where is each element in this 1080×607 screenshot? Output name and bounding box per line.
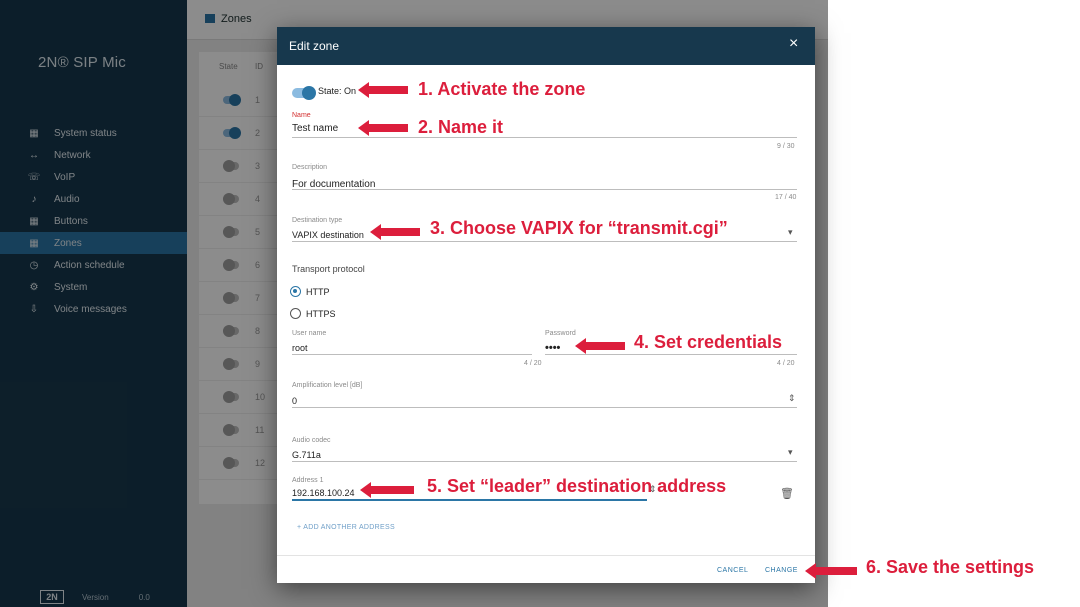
username-counter: 4 / 20	[524, 360, 542, 367]
audio-codec-select[interactable]: G.711a	[292, 450, 321, 460]
stepper-icon[interactable]: ⇕	[788, 393, 796, 404]
description-underline	[292, 189, 797, 190]
destination-type-label: Destination type	[292, 217, 343, 224]
audio-codec-underline	[292, 461, 797, 462]
destination-type-select[interactable]: VAPIX destination	[292, 230, 364, 240]
dialog-header: Edit zone ×	[277, 27, 815, 65]
annotation-6: 6. Save the settings	[866, 557, 1035, 577]
password-input[interactable]: ••••	[545, 342, 560, 354]
username-label: User name	[292, 330, 327, 337]
dialog-divider	[277, 555, 815, 556]
amplification-label: Amplification level [dB]	[292, 382, 363, 389]
edit-zone-dialog: Edit zone × State: On Name Test name 9 /…	[277, 27, 815, 583]
annotation-arrow-6	[805, 563, 857, 579]
add-address-link[interactable]: + ADD ANOTHER ADDRESS	[297, 524, 395, 531]
annotation-1: 1. Activate the zone	[418, 79, 586, 99]
annotation-arrow-2	[358, 120, 408, 136]
amplification-underline	[292, 407, 797, 408]
annotation-arrow-3	[370, 224, 420, 240]
name-underline	[292, 137, 797, 138]
name-counter: 9 / 30	[777, 143, 795, 150]
dialog-title: Edit zone	[289, 39, 340, 53]
name-input[interactable]: Test name	[292, 123, 338, 134]
description-label: Description	[292, 164, 328, 171]
annotation-5: 5. Set “leader” destination address	[427, 476, 727, 496]
radio-http[interactable]	[290, 286, 301, 297]
destination-type-underline	[292, 241, 797, 242]
change-button[interactable]: CHANGE	[765, 567, 798, 574]
annotation-3: 3. Choose VAPIX for “transmit.cgi”	[430, 218, 728, 238]
address-underline	[292, 499, 647, 501]
annotation-arrow-4	[575, 338, 625, 354]
state-label: State: On	[318, 86, 357, 96]
close-icon[interactable]: ×	[789, 35, 798, 53]
address-input[interactable]: 192.168.100.24	[292, 488, 355, 498]
username-input[interactable]: root	[292, 343, 308, 353]
annotation-arrow-5	[360, 482, 414, 498]
screenshot: 2N® SIP Mic ▦ System status ↔ Network ☏ …	[0, 0, 1080, 607]
radio-https[interactable]	[290, 308, 301, 319]
annotation-arrow-1	[358, 82, 408, 98]
description-counter: 17 / 40	[775, 194, 797, 201]
name-label: Name	[292, 112, 311, 119]
transport-protocol-label: Transport protocol	[292, 264, 365, 274]
annotation-2: 2. Name it	[418, 117, 504, 137]
annotation-4: 4. Set credentials	[634, 332, 783, 352]
audio-codec-label: Audio codec	[292, 437, 331, 444]
radio-https-label: HTTPS	[306, 309, 336, 319]
password-underline	[545, 354, 797, 355]
chevron-down-icon[interactable]: ▾	[788, 227, 793, 238]
amplification-input[interactable]: 0	[292, 396, 297, 406]
password-counter: 4 / 20	[777, 360, 795, 367]
zone-state-switch[interactable]	[292, 86, 316, 100]
password-label: Password	[545, 330, 576, 337]
delete-icon[interactable]: 🗑	[780, 487, 794, 500]
username-underline	[292, 354, 532, 355]
radio-http-label: HTTP	[306, 287, 330, 297]
chevron-down-icon[interactable]: ▾	[788, 447, 793, 458]
address-label: Address 1	[292, 477, 324, 484]
cancel-button[interactable]: CANCEL	[717, 567, 748, 574]
